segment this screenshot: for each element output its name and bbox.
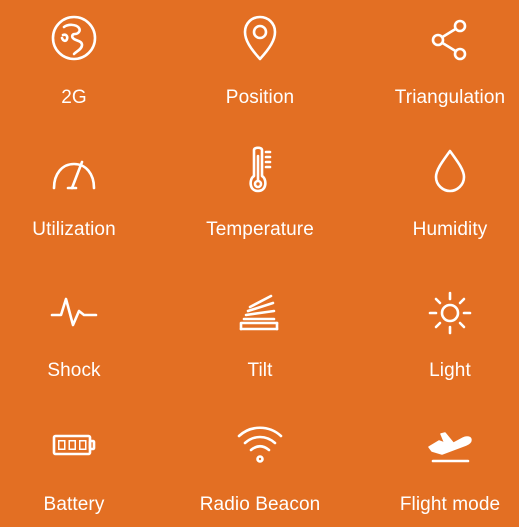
share-nodes-icon xyxy=(422,10,478,66)
tile-label: Humidity xyxy=(412,219,488,240)
tile-shock[interactable]: Shock xyxy=(0,283,154,393)
tile-battery[interactable]: Battery xyxy=(0,417,154,527)
globe-icon xyxy=(46,10,102,66)
droplet-icon xyxy=(422,142,478,198)
wifi-icon xyxy=(232,417,288,473)
sun-icon xyxy=(422,283,478,339)
tile-position[interactable]: Position xyxy=(180,10,340,120)
tile-humidity[interactable]: Humidity xyxy=(370,142,519,252)
tilt-icon xyxy=(232,283,288,339)
sensor-grid: 2G Position Triangulation Utilization Te… xyxy=(0,0,519,521)
tile-label: Triangulation xyxy=(394,87,506,108)
airplane-takeoff-icon xyxy=(422,417,478,473)
tile-triangulation[interactable]: Triangulation xyxy=(370,10,519,120)
tile-label: Flight mode xyxy=(399,494,501,515)
pulse-icon xyxy=(46,283,102,339)
tile-light[interactable]: Light xyxy=(370,283,519,393)
thermometer-icon xyxy=(232,142,288,198)
battery-icon xyxy=(46,417,102,473)
tile-utilization[interactable]: Utilization xyxy=(0,142,154,252)
tile-tilt[interactable]: Tilt xyxy=(180,283,340,393)
tile-radio-beacon[interactable]: Radio Beacon xyxy=(180,417,340,527)
tile-flight-mode[interactable]: Flight mode xyxy=(370,417,519,527)
gauge-icon xyxy=(46,142,102,198)
tile-2g[interactable]: 2G xyxy=(0,10,154,120)
tile-label: Light xyxy=(429,360,471,381)
tile-temperature[interactable]: Temperature xyxy=(180,142,340,252)
location-pin-icon xyxy=(232,10,288,66)
